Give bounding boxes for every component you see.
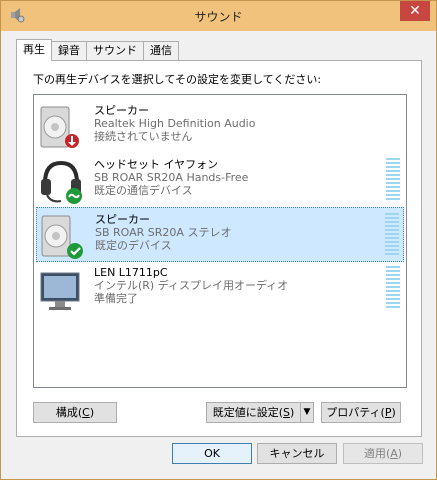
- apply-label: 適用: [363, 447, 386, 460]
- set-default-accelerator: S: [283, 406, 290, 419]
- tab-playback[interactable]: 再生: [16, 39, 52, 61]
- properties-button[interactable]: プロパティ(P): [321, 402, 401, 423]
- properties-label: プロパティ: [326, 406, 381, 419]
- volume-meter: [386, 158, 400, 202]
- configure-button[interactable]: 構成(C): [33, 402, 117, 423]
- close-button[interactable]: ✕: [400, 1, 430, 21]
- device-text: LEN L1711pC インテル(R) ディスプレイ用オーディオ 準備完了: [94, 266, 288, 305]
- device-name: ヘッドセット イヤフォン: [94, 158, 219, 171]
- tab-communications[interactable]: 通信: [143, 41, 179, 60]
- volume-meter: [385, 213, 399, 257]
- cancel-button[interactable]: キャンセル: [257, 443, 337, 464]
- cancel-label: キャンセル: [269, 447, 325, 460]
- apply-accelerator: A: [390, 447, 398, 460]
- dialog-body: 再生 録音 サウンド 通信 下の再生デバイスを選択してその設定を変更してください…: [7, 31, 430, 475]
- title-bar[interactable]: サウンド ✕: [1, 1, 436, 31]
- device-list[interactable]: スピーカー Realtek High Definition Audio 接続され…: [33, 94, 407, 388]
- configure-accelerator: C: [82, 406, 90, 419]
- device-name: スピーカー: [94, 104, 149, 117]
- set-default-label: 既定値に設定: [212, 406, 279, 419]
- close-icon: ✕: [409, 3, 421, 19]
- device-status: 接続されていません: [94, 130, 193, 143]
- tab-strip: 再生 録音 サウンド 通信: [16, 39, 179, 61]
- tab-recording[interactable]: 録音: [51, 41, 87, 60]
- apply-button[interactable]: 適用(A): [343, 443, 423, 464]
- monitor-icon: [40, 272, 80, 310]
- device-item-realtek-speaker[interactable]: スピーカー Realtek High Definition Audio 接続され…: [36, 99, 404, 154]
- disconnected-badge-icon: [65, 134, 79, 148]
- playback-panel: 下の再生デバイスを選択してその設定を変更してください: スピーカー Realte…: [16, 60, 422, 437]
- properties-accelerator: P: [384, 406, 392, 419]
- ok-button[interactable]: OK: [172, 443, 252, 464]
- default-communication-badge-icon: [66, 188, 82, 204]
- device-item-monitor[interactable]: LEN L1711pC インテル(R) ディスプレイ用オーディオ 準備完了: [36, 261, 404, 316]
- device-name: スピーカー: [95, 213, 150, 226]
- device-description: SB ROAR SR20A ステレオ: [95, 226, 232, 239]
- window-title: サウンド: [194, 10, 243, 24]
- device-status: 準備完了: [94, 292, 138, 305]
- device-description: インテル(R) ディスプレイ用オーディオ: [94, 279, 289, 292]
- instruction-text: 下の再生デバイスを選択してその設定を変更してください:: [33, 73, 322, 86]
- device-item-headset[interactable]: ヘッドセット イヤフォン SB ROAR SR20A Hands-Free 既定…: [36, 153, 404, 208]
- device-text: スピーカー SB ROAR SR20A ステレオ 既定のデバイス: [95, 213, 231, 252]
- headset-icon: [41, 160, 82, 204]
- device-text: スピーカー Realtek High Definition Audio 接続され…: [94, 104, 255, 143]
- speaker-icon: [40, 106, 79, 148]
- sound-dialog: サウンド ✕ 再生 録音 サウンド 通信 下の再生デバイスを選択してその設定を変…: [0, 0, 437, 480]
- default-device-check-icon: [67, 243, 83, 259]
- device-item-sb-roar-speaker[interactable]: スピーカー SB ROAR SR20A ステレオ 既定のデバイス: [36, 207, 404, 262]
- volume-meter: [386, 266, 400, 310]
- device-description: SB ROAR SR20A Hands-Free: [94, 171, 249, 184]
- tab-sounds[interactable]: サウンド: [86, 41, 144, 60]
- device-name: LEN L1711pC: [94, 266, 168, 279]
- device-text: ヘッドセット イヤフォン SB ROAR SR20A Hands-Free 既定…: [94, 158, 248, 197]
- set-default-button[interactable]: 既定値に設定(S): [206, 402, 301, 423]
- device-status: 既定のデバイス: [95, 239, 172, 252]
- set-default-dropdown-button[interactable]: ▼: [300, 402, 314, 423]
- device-description: Realtek High Definition Audio: [94, 117, 256, 130]
- device-status: 既定の通信デバイス: [94, 184, 193, 197]
- chevron-down-icon: ▼: [303, 407, 311, 417]
- ok-label: OK: [204, 447, 220, 460]
- speaker-icon: [41, 215, 83, 259]
- configure-label: 構成: [55, 406, 78, 419]
